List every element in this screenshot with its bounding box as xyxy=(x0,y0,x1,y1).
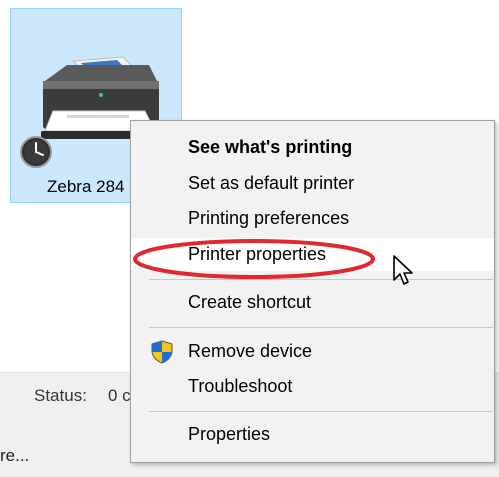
printer-name-label: Zebra 284 xyxy=(47,177,125,196)
menu-item-create-shortcut[interactable]: Create shortcut xyxy=(131,286,494,319)
menu-item-troubleshoot[interactable]: Troubleshoot xyxy=(131,370,494,403)
menu-item-set-default-printer[interactable]: Set as default printer xyxy=(131,167,494,200)
menu-item-label: Remove device xyxy=(188,341,313,361)
menu-item-properties[interactable]: Properties xyxy=(131,418,494,451)
context-menu: See what's printing Set as default print… xyxy=(130,120,495,463)
menu-item-label: Properties xyxy=(188,424,271,444)
menu-item-printing-preferences[interactable]: Printing preferences xyxy=(131,202,494,235)
status-value: 0 c xyxy=(108,386,131,405)
menu-item-see-whats-printing[interactable]: See what's printing xyxy=(131,131,494,164)
uac-shield-icon xyxy=(151,340,173,364)
menu-separator xyxy=(149,279,493,280)
menu-item-label: Create shortcut xyxy=(188,292,312,312)
menu-item-printer-properties[interactable]: Printer properties xyxy=(131,238,494,271)
menu-separator xyxy=(149,327,493,328)
menu-item-label: Printer properties xyxy=(188,244,327,264)
details-truncated-text: re... xyxy=(0,446,30,465)
menu-item-label: See what's printing xyxy=(188,137,353,157)
clock-icon xyxy=(20,136,52,168)
mouse-cursor-icon xyxy=(393,255,413,285)
menu-item-remove-device[interactable]: Remove device xyxy=(131,335,494,368)
menu-item-label: Printing preferences xyxy=(188,208,350,228)
menu-item-label: Troubleshoot xyxy=(188,376,293,396)
menu-item-label: Set as default printer xyxy=(188,173,355,193)
status-label: Status: xyxy=(34,386,87,405)
menu-separator xyxy=(149,411,493,412)
